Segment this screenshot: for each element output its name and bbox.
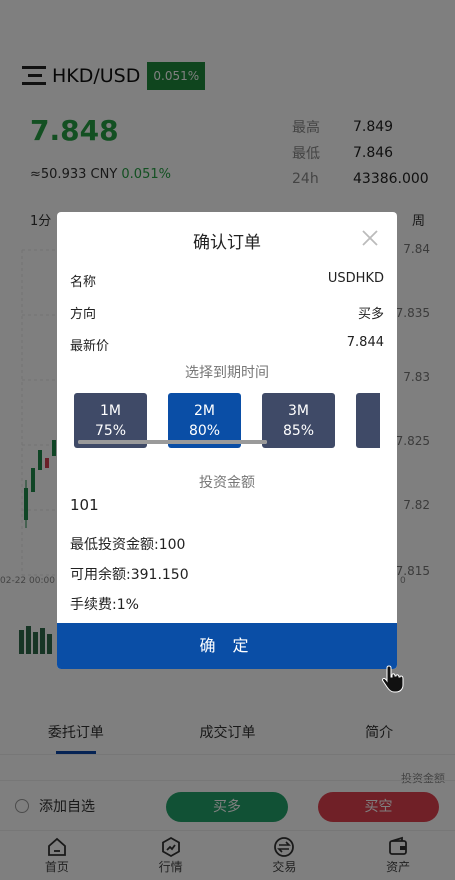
row-last-price: 最新价 7.844 bbox=[70, 335, 384, 354]
option-rate: 85% bbox=[282, 423, 315, 439]
option-period: 3M bbox=[288, 403, 309, 419]
close-icon[interactable] bbox=[361, 229, 379, 247]
dialog-title: 确认订单 bbox=[193, 233, 261, 253]
amount-input[interactable]: 101 bbox=[70, 496, 99, 514]
min-amount: 最低投资金额:100 bbox=[70, 537, 186, 553]
expiry-option-3m[interactable]: 3M 85% bbox=[262, 393, 335, 448]
option-rate: 80% bbox=[188, 423, 221, 439]
confirm-order-dialog: 确认订单 名称 USDHKD 方向 买多 最新价 7.844 选择到期时间 1M… bbox=[57, 212, 397, 669]
amount-label: 投资金额 bbox=[199, 475, 255, 491]
option-period: 2M bbox=[194, 403, 215, 419]
hand-pointer-icon bbox=[381, 665, 404, 693]
expiry-label: 选择到期时间 bbox=[185, 365, 269, 381]
row-name: 名称 USDHKD bbox=[70, 271, 384, 290]
row-label: 名称 bbox=[70, 275, 97, 290]
available-balance: 可用余额:391.150 bbox=[70, 567, 189, 583]
row-value: 7.844 bbox=[346, 335, 384, 350]
row-value: USDHKD bbox=[327, 271, 384, 286]
expiry-options: 1M 75% 2M 80% 3M 85% bbox=[74, 393, 380, 453]
expiry-option-partial[interactable] bbox=[356, 393, 380, 448]
row-value: 买多 bbox=[357, 307, 384, 322]
row-direction: 方向 买多 bbox=[70, 303, 384, 322]
options-scrollbar[interactable] bbox=[78, 440, 267, 444]
row-label: 最新价 bbox=[70, 339, 110, 354]
option-period: 1M bbox=[100, 403, 121, 419]
confirm-button[interactable]: 确 定 bbox=[57, 623, 397, 669]
fee: 手续费:1% bbox=[70, 597, 139, 613]
row-label: 方向 bbox=[70, 307, 97, 322]
option-rate: 75% bbox=[94, 423, 127, 439]
